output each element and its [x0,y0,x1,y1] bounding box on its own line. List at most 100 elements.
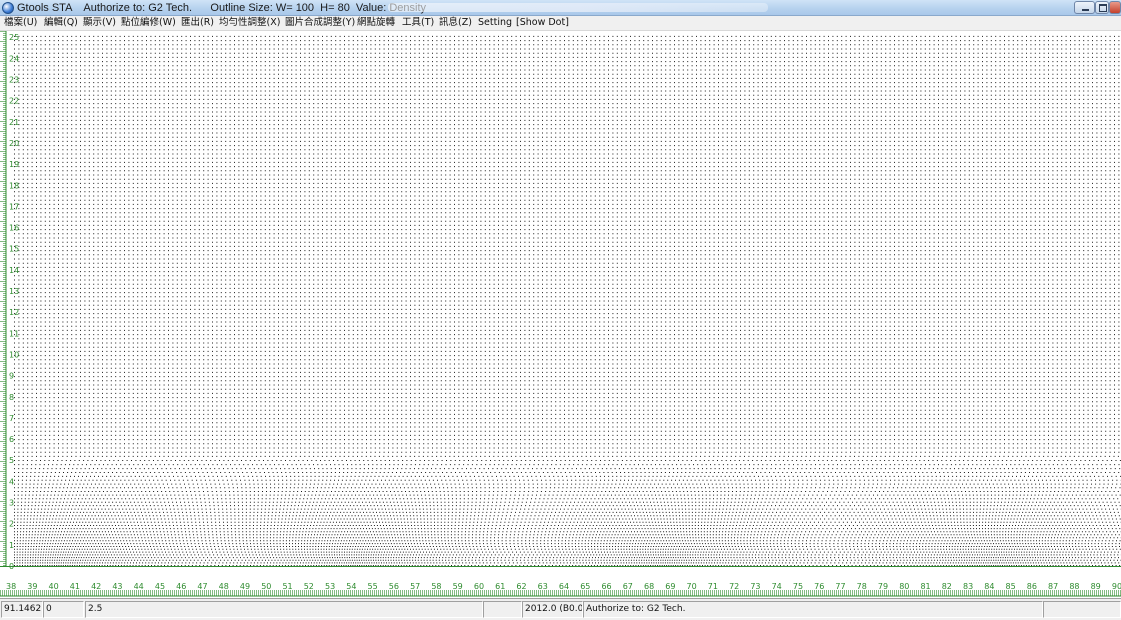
bottom-ruler-label: 74 [772,582,782,591]
menu-show-dot[interactable]: [Show Dot] [516,17,569,29]
status-empty [483,601,522,618]
bottom-ruler-label: 44 [134,582,144,591]
bottom-ruler-label: 86 [1027,582,1037,591]
bottom-ruler-label: 57 [410,582,420,591]
menu-uniformity[interactable]: 均勻性調整(X) [219,17,280,29]
bottom-ruler-label: 88 [1069,582,1079,591]
left-ruler-label: 8 [9,393,14,402]
bottom-ruler-label: 46 [176,582,186,591]
status-coord-y: 0 [43,601,84,618]
bottom-ruler-label: 54 [346,582,356,591]
menu-view[interactable]: 顯示(V) [83,17,116,29]
status-zoom: 2.5 [85,601,483,618]
bottom-ruler-label: 40 [49,582,59,591]
bottom-ruler-label: 66 [601,582,611,591]
left-ruler-label: 7 [9,414,14,423]
left-ruler-label: 23 [9,76,19,85]
bottom-ruler-label: 43 [112,582,122,591]
bottom-ruler-label: 39 [27,582,37,591]
bottom-ruler-label: 49 [240,582,250,591]
menu-file[interactable]: 檔案(U) [4,17,37,29]
left-ruler-label: 9 [9,372,14,381]
menu-dot-rotate[interactable]: 網點旋轉 [357,17,395,29]
menu-tools[interactable]: 工具(T) [402,17,434,29]
bottom-ruler-label: 76 [814,582,824,591]
bottom-ruler-label: 50 [261,582,271,591]
bottom-ruler-label: 55 [368,582,378,591]
bottom-ruler-label: 65 [580,582,590,591]
status-authorize: Authorize to: G2 Tech. [583,601,1043,618]
bottom-ruler-label: 69 [665,582,675,591]
bottom-ruler-label: 38 [6,582,16,591]
left-ruler-label: 10 [9,350,19,359]
left-ruler[interactable]: 0123456789101112131415161718192021222324… [0,31,19,571]
bottom-ruler-label: 42 [91,582,101,591]
bottom-ruler-label: 59 [453,582,463,591]
bottom-ruler-label: 64 [559,582,569,591]
bottom-ruler-label: 73 [750,582,760,591]
bottom-ruler-label: 89 [1091,582,1101,591]
menu-dot-edit[interactable]: 點位編修(W) [121,17,176,29]
dot-grid-path [14,35,1121,566]
left-ruler-label: 17 [9,202,19,211]
bottom-ruler-label: 75 [793,582,803,591]
left-ruler-label: 1 [9,541,14,550]
left-ruler-label: 13 [9,287,19,296]
left-ruler-label: 5 [9,456,14,465]
left-ruler-label: 12 [9,308,19,317]
bottom-ruler-label: 63 [538,582,548,591]
left-ruler-label: 20 [9,139,19,148]
menu-edit[interactable]: 編輯(Q) [44,17,78,29]
left-ruler-label: 3 [9,499,14,508]
bottom-ruler-label: 77 [835,582,845,591]
bottom-ruler-label: 47 [197,582,207,591]
maximize-button[interactable] [1095,1,1109,14]
bottom-ruler-label: 60 [474,582,484,591]
bottom-ruler-label: 70 [687,582,697,591]
bottom-ruler-label: 72 [729,582,739,591]
bottom-ruler-label: 58 [431,582,441,591]
window-title: Gtools STA Authorize to: G2 Tech. Outlin… [17,2,427,14]
bottom-ruler-label: 90 [1112,582,1121,591]
bottom-ruler-label: 62 [516,582,526,591]
bottom-ruler-label: 68 [644,582,654,591]
minimize-button[interactable] [1074,1,1095,14]
left-ruler-label: 4 [9,477,14,486]
menu-setting[interactable]: Setting [478,17,512,29]
title-bar: Gtools STA Authorize to: G2 Tech. Outlin… [0,0,1121,16]
bottom-ruler-label: 71 [708,582,718,591]
bottom-ruler-label: 83 [963,582,973,591]
bottom-ruler-label: 78 [857,582,867,591]
title-blur-region [388,3,768,12]
dot-canvas[interactable]: 0 1 2 3 4 5 6 7 8 9 10 11 12 13 14 15 16 17 18 19 20 21 22 23 24… [0,31,1121,597]
bottom-ruler-label: 67 [623,582,633,591]
left-ruler-label: 21 [9,118,19,127]
app-icon[interactable] [2,2,14,14]
bottom-ruler-label: 80 [899,582,909,591]
left-ruler-label: 18 [9,181,19,190]
bottom-ruler-label: 84 [984,582,994,591]
menu-image-merge[interactable]: 圖片合成調整(Y) [285,17,355,29]
bottom-ruler-label: 53 [325,582,335,591]
left-ruler-label: 15 [9,245,19,254]
menu-info[interactable]: 訊息(Z) [439,17,472,29]
dot-pattern [14,35,1121,566]
bottom-ruler[interactable]: 38 39 40 41 42 43 44 45 46 47 48 49 50 51 52 53 54 55 56 57… [0,582,1121,597]
left-ruler-label: 19 [9,160,19,169]
left-ruler-label: 2 [9,520,14,529]
left-ruler-label: 6 [9,435,14,444]
bottom-ruler-label: 41 [70,582,80,591]
close-button[interactable] [1109,1,1121,14]
left-ruler-label: 14 [9,266,19,275]
bottom-ruler-label: 81 [920,582,930,591]
menu-bar: 檔案(U) 編輯(Q) 顯示(V) 點位編修(W) 匯出(R) 均勻性調整(X)… [0,16,1121,31]
dot-pattern-canvas[interactable]: 0123456789101112131415161718192021222324… [0,31,1121,597]
left-ruler-label: 16 [9,224,19,233]
menu-export[interactable]: 匯出(R) [181,17,214,29]
bottom-ruler-label: 85 [1006,582,1016,591]
status-extra [1043,601,1121,618]
bottom-ruler-label: 45 [155,582,165,591]
bottom-ruler-label: 48 [219,582,229,591]
bottom-ruler-label: 87 [1048,582,1058,591]
bottom-ruler-label: 52 [304,582,314,591]
